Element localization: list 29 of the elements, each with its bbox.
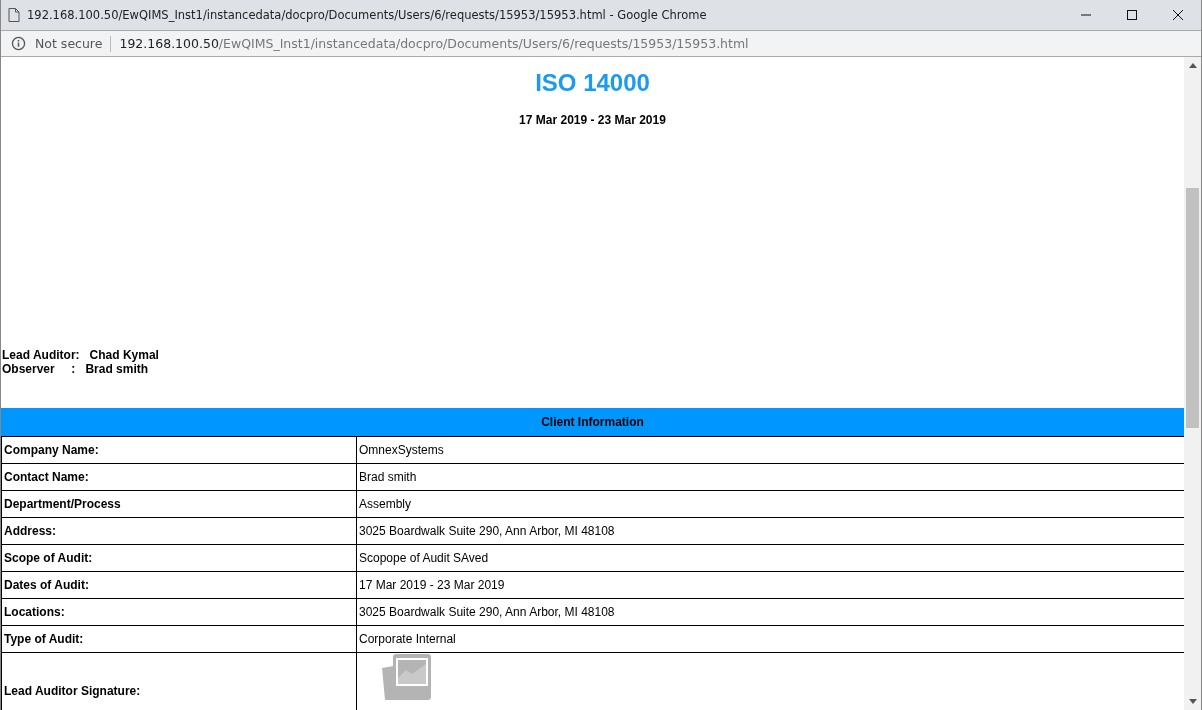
field-label: Company Name: xyxy=(1,436,357,464)
image-placeholder-icon xyxy=(379,654,431,700)
field-label: Scope of Audit: xyxy=(1,544,357,572)
field-label: Type of Audit: xyxy=(1,625,357,653)
window-title: 192.168.100.50/EwQIMS_Inst1/instancedata/docpro/Documents/Users/6/requests/15953/15953.html - Google Chrome xyxy=(27,8,708,22)
person-name: Brad smith xyxy=(85,362,149,376)
url-text[interactable]: 192.168.100.50/EwQIMS_Inst1/instancedata/docpro/Documents/Users/6/requests/15953/15953.html xyxy=(119,36,749,51)
person-label: Lead Auditor: xyxy=(2,348,80,362)
close-icon xyxy=(1172,9,1184,21)
field-value: OmnexSystems xyxy=(356,436,1184,464)
person-name: Chad Kymal xyxy=(89,348,159,362)
person-label: Observer : xyxy=(2,362,76,376)
field-label: Address: xyxy=(1,517,357,545)
document-title: ISO 14000 xyxy=(534,69,651,97)
page-icon xyxy=(8,8,20,22)
date-range: 17 Mar 2019 - 23 Mar 2019 xyxy=(518,113,667,127)
field-label: Department/Process xyxy=(1,490,357,518)
scroll-up-icon[interactable] xyxy=(1188,63,1197,68)
security-label: Not secure xyxy=(35,36,103,51)
info-icon[interactable] xyxy=(11,36,26,51)
address-bar[interactable]: Not secure 192.168.100.50/EwQIMS_Inst1/instancedata/docpro/Documents/Users/6/requests/15953/15953.html xyxy=(1,30,1201,57)
maximize-icon xyxy=(1126,9,1138,21)
field-label: Lead Auditor Signature: xyxy=(1,652,357,710)
section-header: Client Information xyxy=(1,408,1184,436)
field-label: Dates of Audit: xyxy=(1,571,357,599)
scroll-down-icon[interactable] xyxy=(1188,699,1197,704)
field-label: Contact Name: xyxy=(1,463,357,491)
field-label: Locations: xyxy=(1,598,357,626)
scrollbar[interactable] xyxy=(1184,57,1201,710)
